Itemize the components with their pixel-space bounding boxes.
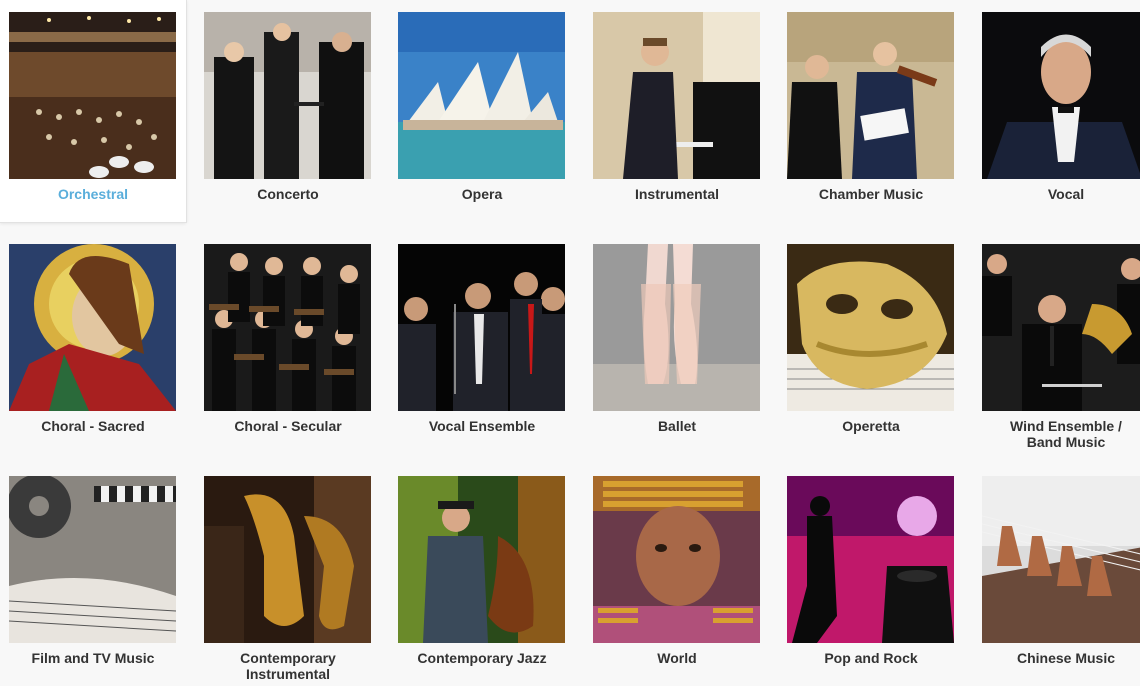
category-tile-chinese-music[interactable]: Chinese Music [973, 464, 1140, 686]
guzheng-photo [982, 476, 1140, 643]
choir-photo [204, 244, 371, 411]
wind-band-photo [982, 244, 1140, 411]
category-label: Chinese Music [1016, 650, 1116, 666]
category-label: Choral - Secular [234, 418, 342, 434]
category-tile-operetta[interactable]: Operetta [778, 232, 964, 454]
orchestra-hall-photo [9, 12, 176, 179]
category-tile-instrumental[interactable]: Instrumental [584, 0, 770, 222]
world-portrait-photo [593, 476, 760, 643]
saxophone-photo [204, 476, 371, 643]
category-tile-contemporary-instrumental[interactable]: Contemporary Instrumental [195, 464, 381, 686]
category-label: Operetta [842, 418, 900, 434]
category-label: Contemporary Jazz [417, 650, 547, 666]
category-tile-world[interactable]: World [584, 464, 770, 686]
category-tile-ballet[interactable]: Ballet [584, 232, 770, 454]
opera-house-photo [398, 12, 565, 179]
category-label: Choral - Sacred [41, 418, 145, 434]
category-label: Film and TV Music [31, 650, 155, 666]
category-tile-chamber-music[interactable]: Chamber Music [778, 0, 964, 222]
category-tile-choral-sacred[interactable]: Choral - Sacred [0, 232, 186, 454]
jazz-bassist-photo [398, 476, 565, 643]
category-label: Wind Ensemble / Band Music [1010, 418, 1122, 450]
category-label: Pop and Rock [824, 650, 918, 666]
film-reel-photo [9, 476, 176, 643]
golden-mask-photo [787, 244, 954, 411]
category-label: Orchestral [57, 186, 129, 202]
category-tile-vocal[interactable]: Vocal [973, 0, 1140, 222]
category-label: World [657, 650, 697, 666]
category-tile-orchestral[interactable]: Orchestral [0, 0, 186, 222]
category-label: Instrumental [634, 186, 719, 202]
category-label: Chamber Music [818, 186, 924, 202]
category-tile-vocal-ensemble[interactable]: Vocal Ensemble [389, 232, 575, 454]
category-label: Vocal [1047, 186, 1085, 202]
category-tile-contemporary-jazz[interactable]: Contemporary Jazz [389, 464, 575, 686]
category-tile-concerto[interactable]: Concerto [195, 0, 381, 222]
category-label: Concerto [257, 186, 319, 202]
category-label: Ballet [657, 418, 697, 434]
category-tile-film-tv[interactable]: Film and TV Music [0, 464, 186, 686]
category-label: Contemporary Instrumental [240, 650, 336, 682]
singer-photo [982, 12, 1140, 179]
string-players-photo [787, 12, 954, 179]
rock-concert-photo [787, 476, 954, 643]
stained-glass-photo [9, 244, 176, 411]
category-tile-wind-ensemble[interactable]: Wind Ensemble / Band Music [973, 232, 1140, 454]
category-tile-pop-rock[interactable]: Pop and Rock [778, 464, 964, 686]
pianist-photo [593, 12, 760, 179]
category-tile-opera[interactable]: Opera [389, 0, 575, 222]
pointe-shoes-photo [593, 244, 760, 411]
category-label: Vocal Ensemble [428, 418, 536, 434]
category-tile-choral-secular[interactable]: Choral - Secular [195, 232, 381, 454]
vocal-group-photo [398, 244, 565, 411]
concerto-photo [204, 12, 371, 179]
category-label: Opera [461, 186, 503, 202]
